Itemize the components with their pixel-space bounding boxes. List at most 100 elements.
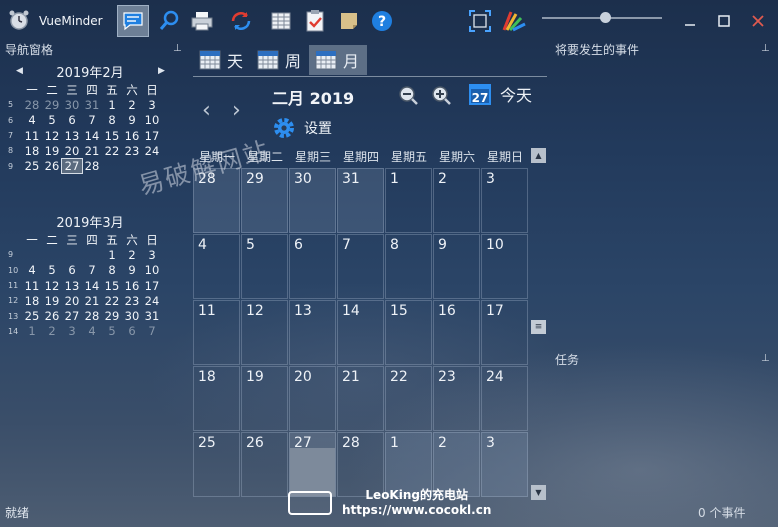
day-cell[interactable]: 9 (433, 234, 480, 299)
message-button[interactable] (117, 5, 149, 37)
minimize-button[interactable] (678, 10, 702, 32)
prev-month-arrow[interactable]: ‹ (202, 98, 211, 123)
mini-day[interactable]: 6 (122, 324, 142, 338)
mini-day[interactable]: 3 (142, 98, 162, 112)
mini-day[interactable]: 14 (82, 279, 102, 293)
mini-day[interactable]: 13 (62, 279, 82, 293)
mini-day[interactable]: 9 (122, 113, 142, 127)
mini-day[interactable]: 5 (42, 113, 62, 127)
maximize-button[interactable] (712, 10, 736, 32)
mini-day[interactable]: 28 (82, 159, 102, 173)
mini-day[interactable]: 15 (102, 129, 122, 143)
search-button[interactable] (153, 5, 185, 37)
mini-day[interactable]: 29 (102, 309, 122, 323)
mini-day[interactable]: 6 (62, 263, 82, 277)
scroll-up-icon[interactable]: ▲ (531, 148, 546, 163)
mini-day[interactable]: 23 (122, 294, 142, 308)
today-button[interactable]: 27 今天 (468, 82, 532, 106)
mini-day[interactable]: 1 (22, 324, 42, 338)
mini-day[interactable]: 21 (82, 294, 102, 308)
mini-day[interactable]: 8 (102, 113, 122, 127)
day-cell[interactable]: 1 (385, 168, 432, 233)
day-cell[interactable]: 17 (481, 300, 528, 365)
upcoming-pin-icon[interactable]: ⊥ (761, 43, 770, 54)
zoom-in-icon[interactable] (430, 84, 452, 106)
mini-day[interactable]: 17 (142, 129, 162, 143)
mini-day[interactable]: 28 (22, 98, 42, 112)
zoom-slider-thumb[interactable] (600, 12, 611, 23)
theme-button[interactable] (498, 5, 530, 37)
mini-day[interactable]: 2 (122, 98, 142, 112)
refresh-button[interactable] (225, 5, 257, 37)
mini-day[interactable]: 8 (102, 263, 122, 277)
mini-day[interactable]: 22 (102, 294, 122, 308)
day-cell[interactable]: 18 (193, 366, 240, 431)
mini-day[interactable]: 11 (22, 129, 42, 143)
view-tab-month[interactable]: 月 (309, 45, 367, 75)
mini-prev-month-icon[interactable]: ◀ (16, 66, 23, 76)
day-cell[interactable]: 21 (337, 366, 384, 431)
mini-day[interactable]: 12 (42, 129, 62, 143)
mini-day[interactable]: 7 (82, 263, 102, 277)
day-cell[interactable]: 12 (241, 300, 288, 365)
day-cell[interactable]: 23 (433, 366, 480, 431)
day-cell[interactable]: 10 (481, 234, 528, 299)
mini-day[interactable]: 7 (82, 113, 102, 127)
day-cell[interactable]: 5 (241, 234, 288, 299)
day-cell[interactable]: 4 (193, 234, 240, 299)
day-cell[interactable]: 19 (241, 366, 288, 431)
scroll-thumb[interactable]: ≡ (531, 320, 546, 334)
task-button[interactable] (299, 5, 331, 37)
mini-day[interactable]: 16 (122, 279, 142, 293)
mini-day[interactable]: 6 (62, 113, 82, 127)
mini-day[interactable]: 7 (142, 324, 162, 338)
mini-day[interactable]: 20 (62, 294, 82, 308)
mini-day[interactable]: 31 (82, 98, 102, 112)
mini-day[interactable]: 24 (142, 144, 162, 158)
next-month-arrow[interactable]: › (232, 98, 241, 123)
mini-day[interactable]: 27 (62, 309, 82, 323)
mini-day[interactable]: 28 (82, 309, 102, 323)
day-cell[interactable]: 8 (385, 234, 432, 299)
note-button[interactable] (333, 5, 365, 37)
mini-day[interactable]: 2 (122, 248, 142, 262)
mini-day[interactable]: 19 (42, 144, 62, 158)
view-tab-day[interactable]: 天 (193, 45, 249, 75)
mini-day[interactable]: 4 (22, 113, 42, 127)
mini-day[interactable]: 30 (62, 98, 82, 112)
fullscreen-button[interactable] (464, 5, 496, 37)
mini-day[interactable]: 18 (22, 294, 42, 308)
mini-day[interactable]: 2 (42, 324, 62, 338)
mini-day[interactable]: 23 (122, 144, 142, 158)
mini-day[interactable]: 5 (102, 324, 122, 338)
scroll-down-icon[interactable]: ▼ (531, 485, 546, 500)
day-cell[interactable]: 20 (289, 366, 336, 431)
mini-day[interactable]: 25 (22, 309, 42, 323)
mini-day[interactable]: 31 (142, 309, 162, 323)
mini-day[interactable]: 21 (82, 144, 102, 158)
mini-day[interactable]: 11 (22, 279, 42, 293)
mini-day[interactable]: 3 (62, 324, 82, 338)
mini-day[interactable]: 20 (62, 144, 82, 158)
mini-day[interactable]: 10 (142, 263, 162, 277)
day-cell[interactable]: 11 (193, 300, 240, 365)
mini-day-selected[interactable]: 27 (61, 158, 83, 175)
close-button[interactable] (746, 10, 770, 32)
mini-day[interactable]: 13 (62, 129, 82, 143)
day-cell[interactable]: 3 (481, 168, 528, 233)
mini-day[interactable]: 19 (42, 294, 62, 308)
mini-day[interactable]: 9 (122, 263, 142, 277)
view-tab-week[interactable]: 周 (251, 45, 307, 75)
mini-day[interactable]: 30 (122, 309, 142, 323)
mini-day[interactable]: 18 (22, 144, 42, 158)
mini-day[interactable]: 1 (102, 98, 122, 112)
grid-button[interactable] (265, 5, 297, 37)
mini-day[interactable]: 29 (42, 98, 62, 112)
day-cell[interactable]: 15 (385, 300, 432, 365)
mini-day[interactable]: 26 (42, 309, 62, 323)
mini-day[interactable]: 16 (122, 129, 142, 143)
mini-day[interactable]: 4 (82, 324, 102, 338)
day-cell[interactable]: 29 (241, 168, 288, 233)
mini-next-month-icon[interactable]: ▶ (158, 66, 165, 76)
mini-day[interactable]: 4 (22, 263, 42, 277)
